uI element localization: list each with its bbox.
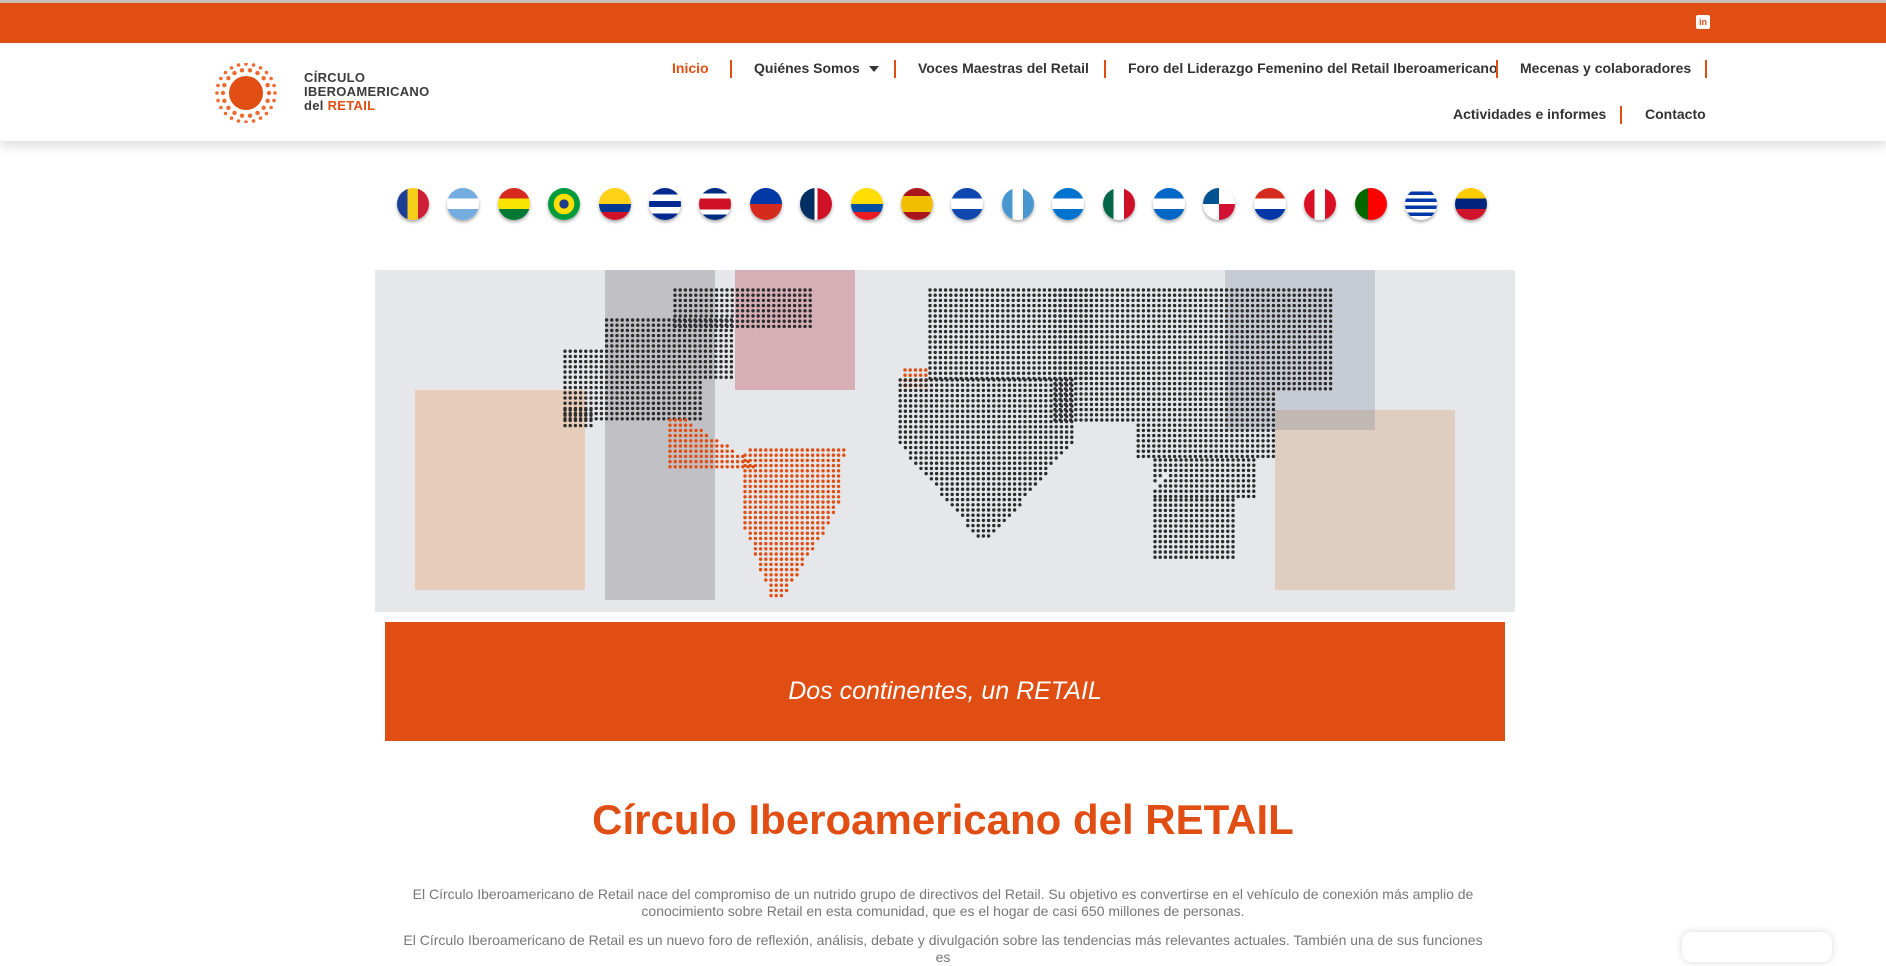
logo-line-2: IBEROAMERICANO: [304, 84, 430, 99]
flag-colombia-icon[interactable]: [598, 188, 631, 220]
chevron-down-icon[interactable]: [868, 66, 879, 73]
logo-line-3-accent: RETAIL: [327, 98, 376, 113]
flag-argentina-icon[interactable]: [447, 188, 480, 220]
flag-mexico-icon[interactable]: [1102, 188, 1135, 220]
nav-separator: [1496, 60, 1498, 78]
hero-image: [375, 270, 1515, 612]
nav-separator: [1705, 60, 1707, 78]
nav-item-quienes-somos[interactable]: Quiénes Somos: [754, 60, 879, 76]
nav-item-contacto[interactable]: Contacto: [1645, 106, 1706, 122]
logo-line-1: CÍRCULO: [304, 70, 366, 85]
country-flags-row: [397, 188, 1497, 222]
logo-text: CÍRCULO IBEROAMERICANO del RETAIL: [304, 71, 430, 113]
nav-separator: [1104, 60, 1106, 78]
logo-line-3: del RETAIL: [304, 99, 430, 113]
flag-espana-icon[interactable]: [901, 188, 933, 220]
nav-separator: [730, 60, 732, 78]
world-map-illustration: [375, 270, 1515, 612]
second-paragraph: El Círculo Iberoamericano de Retail es u…: [400, 932, 1486, 966]
flag-paraguay-icon[interactable]: [1253, 188, 1286, 220]
intro-paragraph: El Círculo Iberoamericano de Retail nace…: [400, 886, 1486, 920]
flag-republica-dominicana-icon[interactable]: [800, 188, 833, 220]
nav-separator: [1620, 106, 1622, 124]
nav-item-quienes-somos-label: Quiénes Somos: [754, 60, 860, 76]
site-header: CÍRCULO IBEROAMERICANO del RETAIL Inicio…: [0, 43, 1886, 141]
intro-line-1: El Círculo Iberoamericano de Retail nace…: [412, 886, 1474, 902]
flag-peru-icon[interactable]: [1304, 188, 1337, 220]
flag-honduras-icon[interactable]: [1052, 188, 1085, 220]
flag-venezuela-icon[interactable]: [1455, 188, 1488, 220]
flag-bolivia-icon[interactable]: [497, 188, 530, 220]
flag-costa-rica-icon[interactable]: [699, 188, 732, 220]
logo-line-3-prefix: del: [304, 98, 328, 113]
flag-el-salvador-icon[interactable]: [951, 188, 984, 220]
flag-brasil-icon[interactable]: [548, 188, 581, 220]
slogan-banner: Dos continentes, un RETAIL: [385, 622, 1505, 741]
flag-uruguay-icon[interactable]: [1405, 188, 1437, 220]
flag-guatemala-icon[interactable]: [1001, 188, 1034, 220]
nav-item-mecenas[interactable]: Mecenas y colaboradores: [1520, 60, 1691, 76]
banner-text: Dos continentes, un RETAIL: [788, 677, 1102, 705]
flag-cuba-icon[interactable]: [649, 188, 681, 220]
flag-chile-icon[interactable]: [749, 188, 782, 220]
page-title: Círculo Iberoamericano del RETAIL: [592, 796, 1294, 843]
nav-item-actividades[interactable]: Actividades e informes: [1453, 106, 1606, 122]
linkedin-icon[interactable]: in: [1696, 15, 1710, 29]
flag-ecuador-icon[interactable]: [850, 188, 883, 220]
flag-portugal-icon[interactable]: [1354, 188, 1387, 220]
flag-nicaragua-icon[interactable]: [1153, 188, 1185, 220]
intro-line-2: conocimiento sobre Retail en esta comuni…: [641, 903, 1245, 919]
nav-item-inicio[interactable]: Inicio: [672, 60, 709, 76]
nav-item-foro-liderazgo[interactable]: Foro del Liderazgo Femenino del Retail I…: [1128, 60, 1498, 76]
top-bar: in: [0, 0, 1886, 43]
logo-dots-icon: [215, 62, 277, 124]
nav-item-voces-maestras[interactable]: Voces Maestras del Retail: [918, 60, 1089, 76]
second-line-1: El Círculo Iberoamericano de Retail es u…: [403, 932, 1483, 965]
flag-andorra-icon[interactable]: [397, 188, 429, 220]
flag-panama-icon[interactable]: [1203, 188, 1236, 220]
logo[interactable]: CÍRCULO IBEROAMERICANO del RETAIL: [198, 62, 473, 124]
nav-separator: [894, 60, 896, 78]
chat-widget[interactable]: [1682, 932, 1832, 962]
